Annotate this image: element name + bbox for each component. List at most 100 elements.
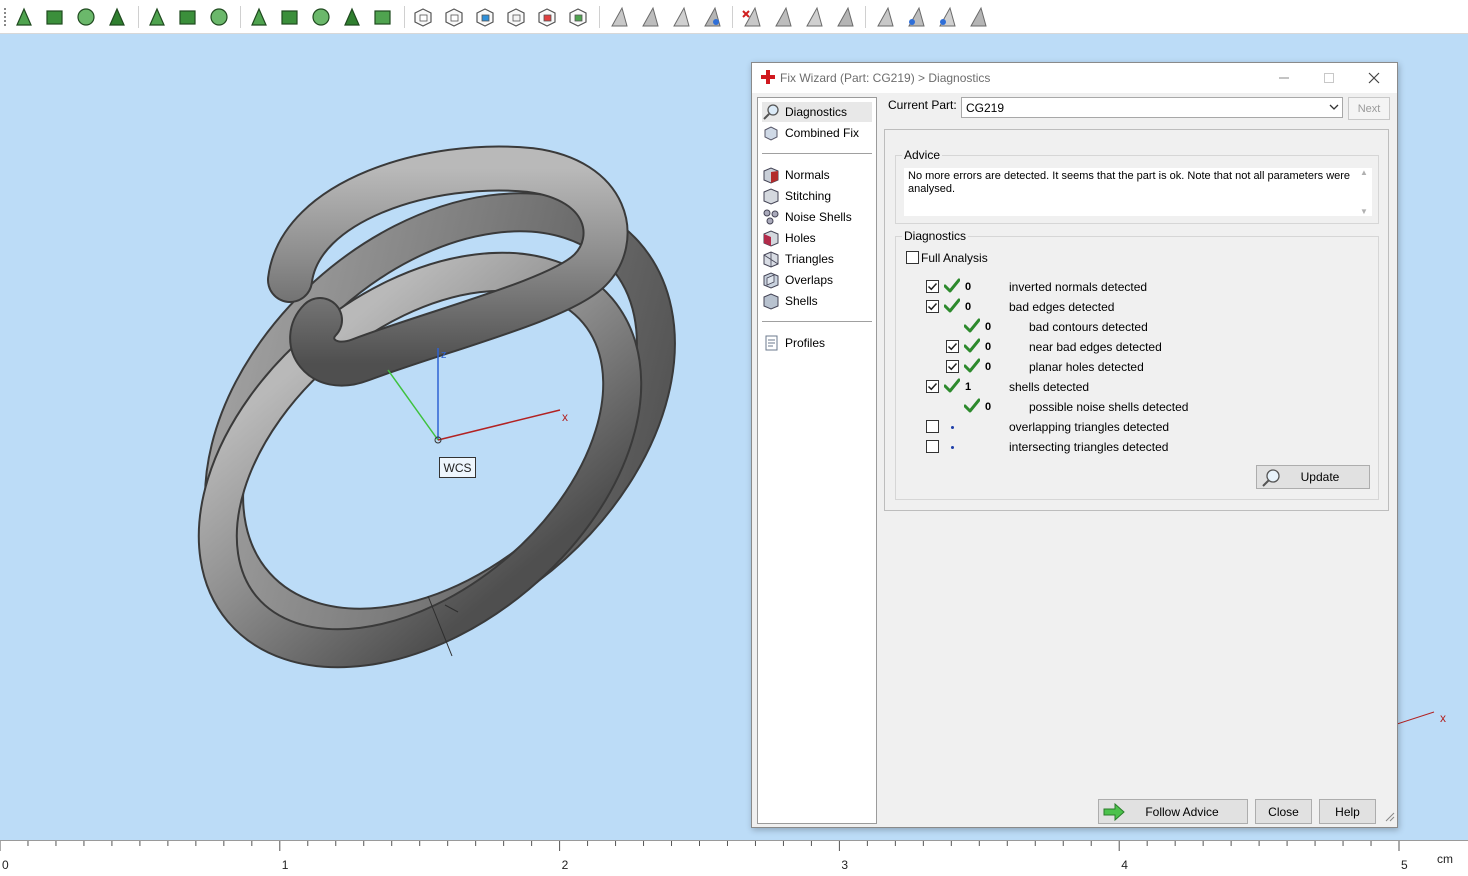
current-part-label: Current Part:	[888, 98, 957, 112]
box-view-icon[interactable]	[411, 5, 435, 29]
ruler-ticks	[0, 841, 1400, 851]
cube-red-icon[interactable]	[535, 5, 559, 29]
app-logo-icon	[761, 70, 775, 87]
arrow-right-icon	[1103, 802, 1125, 824]
ok-checkmark-icon	[963, 358, 981, 377]
nav-item-label: Noise Shells	[785, 210, 852, 224]
minimize-button[interactable]	[1270, 68, 1298, 88]
ruler-label: 0	[2, 858, 9, 872]
ruler-label: 5	[1401, 858, 1408, 872]
wire-cube-icon[interactable]	[504, 5, 528, 29]
nav-item-profiles[interactable]: Profiles	[762, 333, 872, 353]
toolbar-separator	[240, 6, 241, 28]
advice-text: No more errors are detected. It seems th…	[904, 168, 1370, 216]
full-analysis-checkbox[interactable]	[906, 251, 919, 264]
diag-row-text: possible noise shells detected	[1029, 400, 1189, 414]
pending-dot-icon	[951, 446, 954, 449]
arrow-select-icon[interactable]	[12, 5, 36, 29]
plane-select-icon[interactable]	[145, 5, 169, 29]
nav-item-label: Triangles	[785, 252, 834, 266]
connected-select-icon[interactable]	[176, 5, 200, 29]
diag-row-checkbox[interactable]	[946, 340, 959, 353]
diag-row-checkbox[interactable]	[926, 380, 939, 393]
overlaps-icon	[762, 271, 780, 289]
diag-row-text: inverted normals detected	[1009, 280, 1148, 294]
advice-title: Advice	[902, 148, 943, 162]
nav-item-shells[interactable]: Shells	[762, 291, 872, 311]
next-button[interactable]: Next	[1348, 97, 1390, 120]
follow-advice-button[interactable]: Follow Advice	[1098, 799, 1248, 824]
shell-select-icon[interactable]	[105, 5, 129, 29]
surface-select-icon[interactable]	[278, 5, 302, 29]
face-select-icon[interactable]	[43, 5, 67, 29]
magnifier-icon	[762, 103, 780, 121]
resize-grip-icon[interactable]	[1385, 811, 1395, 825]
nav-divider	[762, 153, 872, 154]
diag-row-text: planar holes detected	[1029, 360, 1144, 374]
advice-group: Advice No more errors are detected. It s…	[895, 148, 1379, 224]
sector-select-icon[interactable]	[371, 5, 395, 29]
nav-item-label: Shells	[785, 294, 818, 308]
scroll-down-icon[interactable]: ▼	[1360, 207, 1368, 216]
triangle-select-icon[interactable]	[247, 5, 271, 29]
nav-item-label: Stitching	[785, 189, 832, 203]
triangle-blue-icon[interactable]	[903, 5, 927, 29]
triangle-tool-4-icon[interactable]	[770, 5, 794, 29]
scroll-up-icon[interactable]: ▲	[1360, 168, 1368, 177]
toolbar-separator	[865, 6, 866, 28]
diag-row-checkbox[interactable]	[926, 440, 939, 453]
toolbar-grip[interactable]	[4, 8, 6, 26]
wcs-label: WCS	[439, 457, 476, 478]
close-window-button[interactable]	[1360, 68, 1388, 88]
triangle-tool-5-icon[interactable]	[801, 5, 825, 29]
diag-row-checkbox[interactable]	[926, 420, 939, 433]
toolbar-separator	[732, 6, 733, 28]
nav-item-combined-fix[interactable]: Combined Fix	[762, 123, 872, 143]
axis-z-label: z	[441, 349, 447, 361]
nav-item-stitching[interactable]: Stitching	[762, 186, 872, 206]
edge-select-icon[interactable]	[74, 5, 98, 29]
radial-select-icon[interactable]	[340, 5, 364, 29]
triangle-tool-6-icon[interactable]	[832, 5, 856, 29]
nav-item-normals[interactable]: Normals	[762, 165, 872, 185]
diag-row-checkbox[interactable]	[926, 300, 939, 313]
ruler-label: 4	[1121, 858, 1128, 872]
triangle-delete-icon[interactable]	[739, 5, 763, 29]
triangle-tool-1-icon[interactable]	[606, 5, 630, 29]
triangle-gray-icon[interactable]	[965, 5, 989, 29]
close-button[interactable]: Close	[1255, 799, 1312, 824]
star-select-icon[interactable]	[309, 5, 333, 29]
knot-model[interactable]	[143, 129, 736, 724]
triangle-tool-3-icon[interactable]	[668, 5, 692, 29]
diagnostics-panel: Advice No more errors are detected. It s…	[884, 129, 1389, 511]
diag-row-checkbox[interactable]	[926, 280, 939, 293]
update-button[interactable]: Update	[1256, 465, 1370, 489]
advice-scrollbar[interactable]: ▲ ▼	[1356, 168, 1372, 216]
cube-green-icon[interactable]	[566, 5, 590, 29]
maximize-button[interactable]	[1315, 68, 1343, 88]
triangle-outline-icon[interactable]	[872, 5, 896, 29]
toolbar-separator	[138, 6, 139, 28]
nav-item-holes[interactable]: Holes	[762, 228, 872, 248]
curve-select-icon[interactable]	[207, 5, 231, 29]
current-part-select[interactable]: CG219	[961, 97, 1343, 118]
cube-color-icon[interactable]	[473, 5, 497, 29]
nav-item-overlaps[interactable]: Overlaps	[762, 270, 872, 290]
diag-row-count: 0	[985, 401, 992, 413]
cube-view-icon[interactable]	[442, 5, 466, 29]
diag-row-text: shells detected	[1009, 380, 1090, 394]
help-button[interactable]: Help	[1319, 799, 1376, 824]
combined-fix-icon	[762, 124, 780, 142]
follow-advice-label: Follow Advice	[1145, 804, 1219, 819]
triangle-tool-2-icon[interactable]	[637, 5, 661, 29]
bottom-ruler: 0 1 2 3 4 5 cm	[0, 840, 1468, 876]
nav-item-triangles[interactable]: Triangles	[762, 249, 872, 269]
triangle-warning-icon[interactable]	[699, 5, 723, 29]
nav-item-label: Holes	[785, 231, 816, 245]
nav-item-diagnostics[interactable]: Diagnostics	[762, 102, 872, 122]
triangle-point-icon[interactable]	[934, 5, 958, 29]
dialog-titlebar[interactable]: Fix Wizard (Part: CG219) > Diagnostics	[752, 63, 1397, 93]
nav-item-noise-shells[interactable]: Noise Shells	[762, 207, 872, 227]
diag-row-checkbox[interactable]	[946, 360, 959, 373]
diag-row-text: bad edges detected	[1009, 300, 1115, 314]
